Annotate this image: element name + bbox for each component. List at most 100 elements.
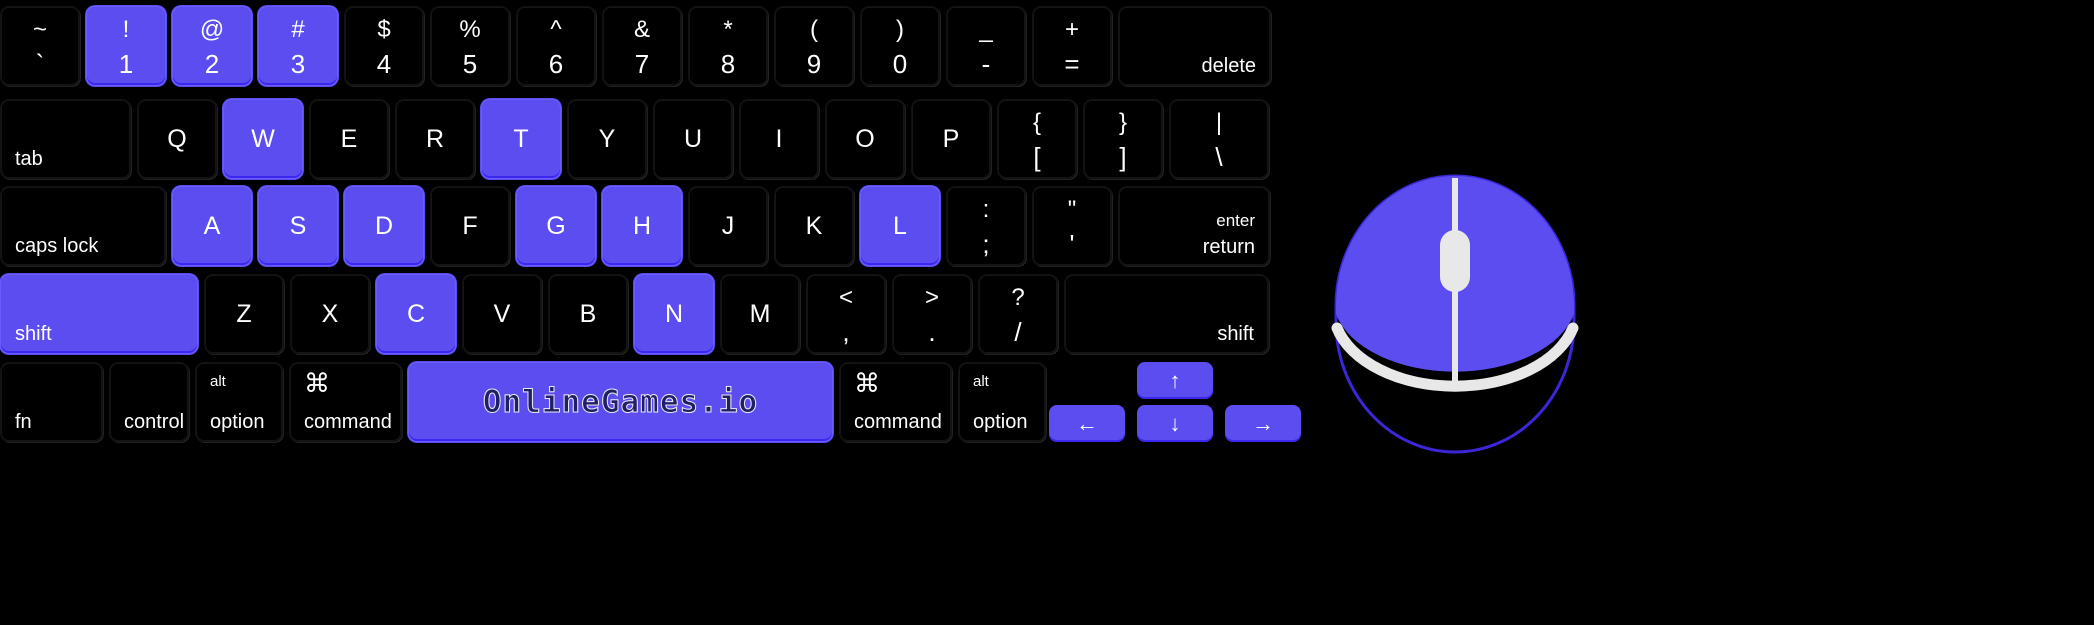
key-f-label: F: [462, 211, 478, 240]
key-comma[interactable]: <,: [806, 274, 886, 354]
key-u-label: U: [683, 124, 703, 153]
key-m-label: M: [749, 299, 771, 328]
key-shift-left[interactable]: shift: [0, 274, 198, 354]
key-arrow-down[interactable]: ↓: [1137, 405, 1213, 442]
key-tilde-label: `: [35, 48, 45, 79]
key-enter-return[interactable]: enter return: [1118, 186, 1270, 266]
key-tilde[interactable]: ~ `: [0, 6, 80, 86]
key-bracket-right-shift-label: }: [1118, 108, 1127, 136]
key-semicolon[interactable]: :;: [946, 186, 1026, 266]
mouse-scroll-wheel[interactable]: [1440, 230, 1470, 292]
key-o[interactable]: O: [825, 99, 905, 179]
key-e[interactable]: E: [309, 99, 389, 179]
key-l[interactable]: L: [860, 186, 940, 266]
key-r[interactable]: R: [395, 99, 475, 179]
key-4[interactable]: $4: [344, 6, 424, 86]
key-shift-right[interactable]: shift: [1064, 274, 1269, 354]
key-period[interactable]: >.: [892, 274, 972, 354]
key-5-label: 5: [462, 48, 478, 79]
key-equal[interactable]: + =: [1032, 6, 1112, 86]
key-control[interactable]: control: [109, 362, 189, 442]
key-quote[interactable]: " ': [1032, 186, 1112, 266]
key-s[interactable]: S: [258, 186, 338, 266]
key-h[interactable]: H: [602, 186, 682, 266]
key-y[interactable]: Y: [567, 99, 647, 179]
key-j[interactable]: J: [688, 186, 768, 266]
key-p[interactable]: P: [911, 99, 991, 179]
key-3[interactable]: #3: [258, 6, 338, 86]
key-command-left[interactable]: ⌘ command: [289, 362, 402, 442]
key-0[interactable]: ) 0: [860, 6, 940, 86]
command-glyph-icon-right: ⌘: [854, 368, 880, 398]
key-8[interactable]: * 8: [688, 6, 768, 86]
key-v[interactable]: V: [462, 274, 542, 354]
onlinegames-io-logo: OnlineGames.io: [482, 383, 759, 420]
key-q-label: Q: [167, 124, 187, 153]
key-slash[interactable]: ? /: [978, 274, 1058, 354]
key-n[interactable]: N: [634, 274, 714, 354]
key-bracket-left-label: [: [1033, 141, 1041, 172]
key-command-right[interactable]: ⌘ command: [839, 362, 952, 442]
computer-mouse-icon: [1331, 174, 1579, 454]
key-1-shift-label: !: [122, 15, 130, 43]
key-6-shift-label: ^: [550, 15, 562, 43]
key-a[interactable]: A: [172, 186, 252, 266]
key-arrow-up[interactable]: ↑: [1137, 362, 1213, 399]
key-slash-label: /: [1014, 316, 1022, 347]
key-i-label: I: [775, 124, 783, 153]
key-option-left[interactable]: alt option: [195, 362, 283, 442]
key-arrow-left[interactable]: ←: [1049, 405, 1125, 442]
key-backslash[interactable]: | \: [1169, 99, 1269, 179]
key-f[interactable]: F: [430, 186, 510, 266]
key-caps-lock[interactable]: caps lock: [0, 186, 166, 266]
key-k[interactable]: K: [774, 186, 854, 266]
key-t[interactable]: T: [481, 99, 561, 179]
key-0-shift-label: ): [896, 15, 904, 43]
key-b[interactable]: B: [548, 274, 628, 354]
virtual-keyboard: ~ ` ! 1 @2 #3 $4 % 5 ^ 6 & 7 * 8 (9 ) 0 _ - + = d…: [0, 0, 1320, 625]
key-tab[interactable]: tab: [0, 99, 131, 179]
key-i[interactable]: I: [739, 99, 819, 179]
key-g[interactable]: G: [516, 186, 596, 266]
key-7[interactable]: & 7: [602, 6, 682, 86]
command-glyph-icon: ⌘: [304, 368, 330, 398]
key-r-label: R: [425, 124, 445, 153]
key-quote-label: ': [1069, 228, 1075, 259]
key-2[interactable]: @2: [172, 6, 252, 86]
key-spacebar[interactable]: OnlineGames.io: [408, 362, 833, 442]
key-c[interactable]: C: [376, 274, 456, 354]
key-m[interactable]: M: [720, 274, 800, 354]
key-1[interactable]: ! 1: [86, 6, 166, 86]
key-bracket-right[interactable]: }]: [1083, 99, 1163, 179]
key-caps-lock-label: caps lock: [15, 235, 99, 257]
keyboard-row-tab: tab Q W E R T Y U I O P {[ }] | \: [0, 99, 1275, 179]
key-control-label: control: [124, 411, 185, 433]
key-delete[interactable]: delete: [1118, 6, 1271, 86]
key-q[interactable]: Q: [137, 99, 217, 179]
key-a-label: A: [203, 211, 221, 240]
key-w-label: W: [251, 124, 275, 153]
key-9[interactable]: (9: [774, 6, 854, 86]
key-9-label: 9: [806, 48, 822, 79]
key-u[interactable]: U: [653, 99, 733, 179]
key-v-label: V: [493, 299, 511, 328]
key-z[interactable]: Z: [204, 274, 284, 354]
key-bracket-left[interactable]: {[: [997, 99, 1077, 179]
key-option-right[interactable]: alt option: [958, 362, 1046, 442]
key-5[interactable]: % 5: [430, 6, 510, 86]
key-w[interactable]: W: [223, 99, 303, 179]
key-x-label: X: [321, 299, 339, 328]
key-arrow-right[interactable]: →: [1225, 405, 1301, 442]
key-option-left-alt-label: alt: [210, 373, 226, 390]
key-minus[interactable]: _ -: [946, 6, 1026, 86]
key-tab-label: tab: [15, 148, 43, 170]
key-fn[interactable]: fn: [0, 362, 103, 442]
key-8-label: 8: [720, 48, 736, 79]
key-slash-shift-label: ?: [1011, 283, 1025, 311]
key-x[interactable]: X: [290, 274, 370, 354]
arrow-down-icon: ↓: [1169, 410, 1181, 436]
key-p-label: P: [942, 124, 960, 153]
key-d[interactable]: D: [344, 186, 424, 266]
key-6[interactable]: ^ 6: [516, 6, 596, 86]
key-semicolon-label: ;: [982, 228, 990, 259]
